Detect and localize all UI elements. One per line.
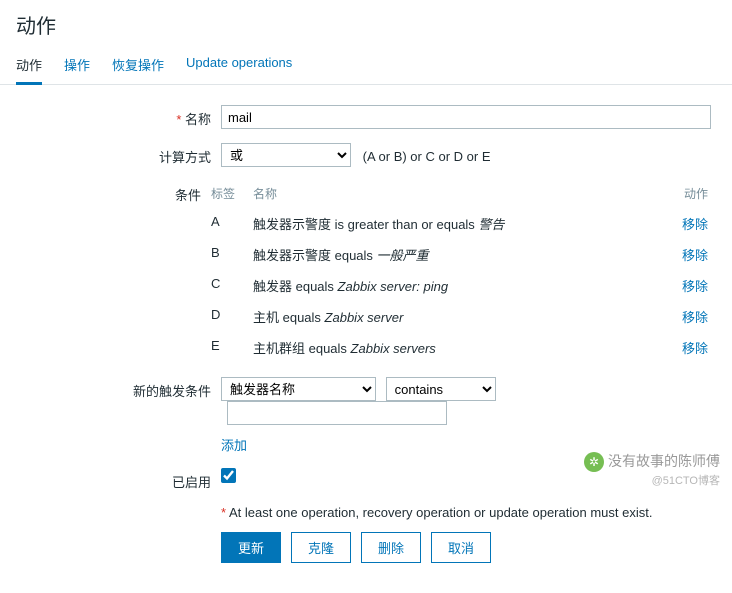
calc-expression: (A or B) or C or D or E xyxy=(363,149,491,164)
table-row: A触发器示警度 is greater than or equals 警告移除 xyxy=(211,208,716,239)
name-label: 名称 xyxy=(16,105,221,128)
update-button[interactable]: 更新 xyxy=(221,532,281,563)
calc-label: 计算方式 xyxy=(16,143,221,166)
remove-link[interactable]: 移除 xyxy=(682,310,708,325)
tab-action[interactable]: 动作 xyxy=(16,47,42,85)
tab-recovery[interactable]: 恢复操作 xyxy=(112,47,164,84)
warning-text: At least one operation, recovery operati… xyxy=(221,505,716,520)
col-action: 动作 xyxy=(674,181,716,208)
cond-tag: A xyxy=(211,208,253,239)
calc-select[interactable]: 或 xyxy=(221,143,351,167)
cond-name: 触发器 equals Zabbix server: ping xyxy=(253,270,674,301)
remove-link[interactable]: 移除 xyxy=(682,341,708,356)
cond-tag: C xyxy=(211,270,253,301)
remove-link[interactable]: 移除 xyxy=(682,217,708,232)
newcond-type-select[interactable]: 触发器名称 xyxy=(221,377,376,401)
newcond-label: 新的触发条件 xyxy=(16,377,221,400)
table-row: E主机群组 equals Zabbix servers 移除 xyxy=(211,332,716,363)
conditions-table: 标签 名称 动作 A触发器示警度 is greater than or equa… xyxy=(211,181,716,363)
remove-link[interactable]: 移除 xyxy=(682,279,708,294)
cond-tag: B xyxy=(211,239,253,270)
table-row: B触发器示警度 equals 一般严重移除 xyxy=(211,239,716,270)
col-tag: 标签 xyxy=(211,181,253,208)
cancel-button[interactable]: 取消 xyxy=(431,532,491,563)
enabled-checkbox[interactable] xyxy=(221,468,236,483)
name-input[interactable] xyxy=(221,105,711,129)
cond-tag: D xyxy=(211,301,253,332)
cond-tag: E xyxy=(211,332,253,363)
add-condition-link[interactable]: 添加 xyxy=(221,435,247,454)
tab-update[interactable]: Update operations xyxy=(186,47,292,84)
form: 名称 计算方式 或 (A or B) or C or D or E 条件 标签 … xyxy=(0,85,732,593)
tab-operations[interactable]: 操作 xyxy=(64,47,90,84)
tabs: 动作 操作 恢复操作 Update operations xyxy=(0,47,732,85)
delete-button[interactable]: 删除 xyxy=(361,532,421,563)
cond-name: 触发器示警度 is greater than or equals 警告 xyxy=(253,208,674,239)
cond-name: 触发器示警度 equals 一般严重 xyxy=(253,239,674,270)
conditions-label: 条件 xyxy=(16,181,211,204)
col-name: 名称 xyxy=(253,181,674,208)
enabled-label: 已启用 xyxy=(16,468,221,491)
clone-button[interactable]: 克隆 xyxy=(291,532,351,563)
page-title: 动作 xyxy=(0,0,732,47)
newcond-op-select[interactable]: contains xyxy=(386,377,496,401)
table-row: C触发器 equals Zabbix server: ping 移除 xyxy=(211,270,716,301)
remove-link[interactable]: 移除 xyxy=(682,248,708,263)
newcond-value-input[interactable] xyxy=(227,401,447,425)
table-row: D主机 equals Zabbix server 移除 xyxy=(211,301,716,332)
cond-name: 主机群组 equals Zabbix servers xyxy=(253,332,674,363)
cond-name: 主机 equals Zabbix server xyxy=(253,301,674,332)
